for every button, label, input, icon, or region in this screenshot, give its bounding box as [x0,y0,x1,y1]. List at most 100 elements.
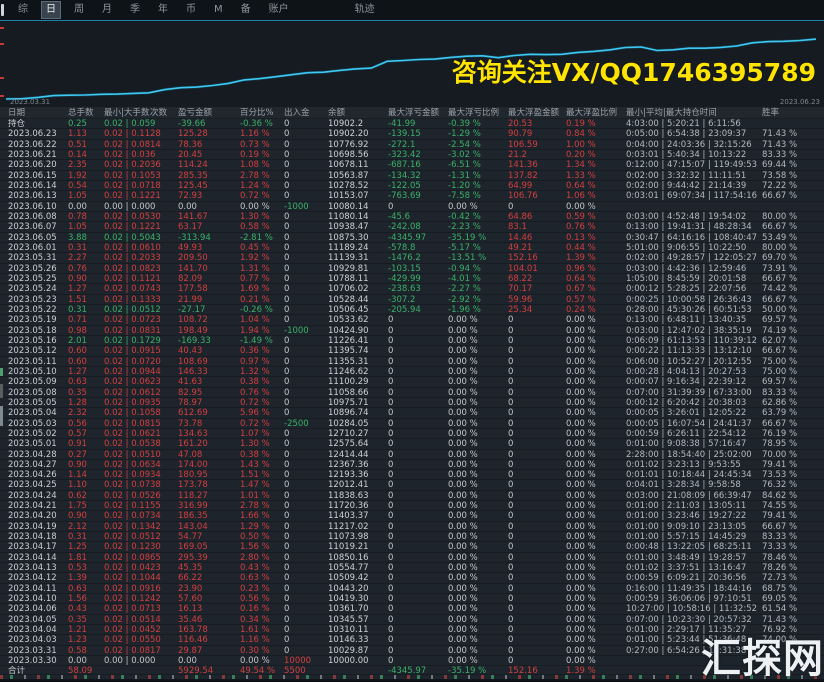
toolbar-tab-年[interactable]: 年 [154,2,172,18]
toolbar-tab-月[interactable]: 月 [98,2,116,18]
cell: 0 [388,563,448,572]
daily-row[interactable]: 2023.04.251.100.02 | 0.0738173.781.47 %0… [0,480,824,490]
daily-row[interactable]: 2023.05.162.010.02 | 0.1729-169.33-1.49 … [0,336,824,346]
daily-row[interactable]: 2023.05.312.270.02 | 0.2033209.501.92 %0… [0,253,824,263]
cell: 0.00 % [448,646,508,655]
cell: 0.00 % [448,604,508,613]
cell: 73.78 [178,419,240,428]
daily-row[interactable]: 2023.04.121.390.02 | 0.104466.220.63 %01… [0,573,824,583]
cell: 0 [508,388,566,397]
daily-row[interactable]: 2023.05.120.600.02 | 0.091540.430.36 %01… [0,346,824,356]
toolbar-tab-账户[interactable]: 账户 [265,2,293,18]
table-header-row: 日期总手数最小|大手数次数盈亏金额百分比%出入金余额最大浮亏金额最大浮亏比例最大… [0,107,824,119]
toolbar-tab-备[interactable]: 备 [237,2,255,18]
cell: 108.69 [178,357,240,366]
toolbar-tab-周[interactable]: 周 [70,2,88,18]
position-row[interactable]: 持仓0.250.02 | 0.059-39.66-0.36 %010902.2-… [0,119,824,129]
daily-row[interactable]: 2023.04.171.250.02 | 0.1230169.051.56 %0… [0,542,824,552]
cell: 18 [150,181,178,190]
toolbar-tab-季[interactable]: 季 [126,2,144,18]
daily-row[interactable]: 2023.05.220.310.02 | 0.0512-27.17-0.26 %… [0,305,824,315]
daily-row[interactable]: 2023.06.100.000.00 | 0.0000.000.00 %-100… [0,202,824,212]
cell: 29 [150,336,178,345]
daily-row[interactable]: 2023.04.130.530.02 | 0.042345.350.43 %01… [0,563,824,573]
daily-row[interactable]: 2023.04.110.630.02 | 0.091623.900.23 %01… [0,584,824,594]
cell: 4:03:00 | 5:20:21 | 6:11:56 [626,119,762,128]
cell: 0.00 % [566,408,626,417]
daily-row[interactable]: 2023.05.190.710.02 | 0.0723108.721.04 %0… [0,315,824,325]
daily-row[interactable]: 2023.06.131.050.02 | 0.122172.930.72 %01… [0,191,824,201]
toolbar-tab-币[interactable]: 币 [182,2,200,18]
daily-row[interactable]: 2023.06.140.540.02 | 0.0718125.451.24 %0… [0,181,824,191]
daily-row[interactable]: 2023.05.020.570.02 | 0.0621134.631.07 %0… [0,429,824,439]
cell: 0 [388,635,448,644]
daily-row[interactable]: 2023.04.240.620.02 | 0.0526118.271.01 %0… [0,491,824,501]
cell: 11403.37 [328,511,388,520]
cell: 53.49 % [762,233,824,242]
cell: 0.02 | 0.08 [104,326,150,335]
daily-row[interactable]: 2023.04.050.350.02 | 0.051435.460.34 %01… [0,615,824,625]
toolbar-tab-日[interactable]: 日 [42,2,60,18]
cell: 2023.05.05 [0,398,68,407]
cell: -2500 [284,419,328,428]
cell: 1.14 [68,470,104,479]
daily-row[interactable]: 2023.05.090.630.02 | 0.062341.630.38 %01… [0,377,824,387]
cell: 0.64 % [566,181,626,190]
daily-row[interactable]: 2023.04.211.750.02 | 0.1155316.992.78 %0… [0,501,824,511]
daily-row[interactable]: 2023.05.010.910.02 | 0.0538161.201.30 %0… [0,439,824,449]
daily-row[interactable]: 2023.06.151.920.02 | 0.1053285.352.78 %0… [0,171,824,181]
daily-stats-table: 日期总手数最小|大手数次数盈亏金额百分比%出入金余额最大浮亏金额最大浮亏比例最大… [0,107,824,679]
cell: 0:01:00 | 3:48:49 | 19:28:57 [626,553,762,562]
daily-row[interactable]: 2023.04.180.310.02 | 0.051254.770.50 %01… [0,532,824,542]
daily-row[interactable]: 2023.05.231.510.02 | 0.133321.990.21 %01… [0,295,824,305]
daily-row[interactable]: 2023.04.261.140.02 | 0.0934180.951.51 %0… [0,470,824,480]
cell: 10345.57 [328,615,388,624]
daily-row[interactable]: 2023.06.053.880.02 | 0.5043-313.94-2.81 … [0,233,824,243]
cell: 2023.04.06 [0,604,68,613]
daily-row[interactable]: 2023.06.010.310.02 | 0.061049.930.45 %01… [0,243,824,253]
header-cell: 最小|大手数 [104,107,150,118]
daily-row[interactable]: 2023.04.200.900.02 | 0.0734186.351.66 %0… [0,511,824,521]
daily-row[interactable]: 2023.05.030.560.02 | 0.081573.780.72 %-2… [0,419,824,429]
daily-row[interactable]: 2023.04.270.900.02 | 0.0634174.001.43 %0… [0,460,824,470]
cell: 10938.47 [328,222,388,231]
daily-row[interactable]: 2023.05.080.350.02 | 0.061282.950.76 %01… [0,388,824,398]
daily-row[interactable]: 2023.05.110.600.02 | 0.0720108.690.97 %0… [0,357,824,367]
cell: 64.99 [508,181,566,190]
daily-row[interactable]: 2023.05.260.760.02 | 0.0823141.701.31 %0… [0,264,824,274]
cell: 1.13 [68,129,104,138]
equity-curve-panel[interactable]: 咨询关注VX/QQ1746395789 2023.03.31 2023.06.2… [0,21,824,107]
daily-row[interactable]: 2023.05.250.900.02 | 0.112182.090.77 %01… [0,274,824,284]
daily-row[interactable]: 2023.06.220.510.02 | 0.081478.360.73 %01… [0,140,824,150]
daily-row[interactable]: 2023.05.180.980.02 | 0.0831198.491.94 %-… [0,326,824,336]
daily-row[interactable]: 2023.04.060.430.02 | 0.071316.130.16 %01… [0,604,824,614]
daily-row[interactable]: 2023.05.101.270.02 | 0.0944146.331.32 %0… [0,367,824,377]
cell: 0.00 % [566,542,626,551]
daily-row[interactable]: 2023.06.210.140.02 | 0.03620.450.19 %010… [0,150,824,160]
toolbar-tab-轨迹[interactable]: 轨迹 [351,2,379,18]
cell: 141.70 [178,264,240,273]
daily-row[interactable]: 2023.05.042.320.02 | 0.1058612.695.96 %0… [0,408,824,418]
cell: 76.32 % [762,480,824,489]
daily-row[interactable]: 2023.04.192.120.02 | 0.1342143.041.29 %0… [0,522,824,532]
cell: 0.02 | 0.08 [104,264,150,273]
toolbar-tab-M[interactable]: M [210,2,227,18]
daily-row[interactable]: 2023.04.041.210.02 | 0.0452163.781.61 %0… [0,625,824,635]
cell: 0 [284,604,328,613]
daily-row[interactable]: 2023.06.202.350.02 | 0.2036114.241.08 %0… [0,160,824,170]
cell: 0.53 [68,563,104,572]
daily-row[interactable]: 2023.06.071.050.02 | 0.122163.170.58 %01… [0,222,824,232]
cell: 73.53 % [762,470,824,479]
cell: 0.97 % [240,357,284,366]
cell: 0.02 | 0.50 [104,233,150,242]
toolbar-tab-综[interactable]: 综 [14,2,32,18]
daily-row[interactable]: 2023.05.051.280.02 | 0.093578.970.72 %01… [0,398,824,408]
daily-row[interactable]: 2023.04.101.560.02 | 0.124257.600.56 %01… [0,594,824,604]
daily-row[interactable]: 2023.04.280.270.02 | 0.051047.080.38 %01… [0,450,824,460]
daily-row[interactable]: 2023.06.080.780.02 | 0.0530141.671.30 %0… [0,212,824,222]
daily-row[interactable]: 2023.05.241.270.02 | 0.0743177.581.69 %0… [0,284,824,294]
cell: 0 [284,264,328,273]
daily-row[interactable]: 2023.04.141.810.02 | 0.0865295.392.80 %0… [0,553,824,563]
cell: 0 [284,625,328,634]
daily-row[interactable]: 2023.06.231.130.02 | 0.1128125.281.16 %0… [0,129,824,139]
